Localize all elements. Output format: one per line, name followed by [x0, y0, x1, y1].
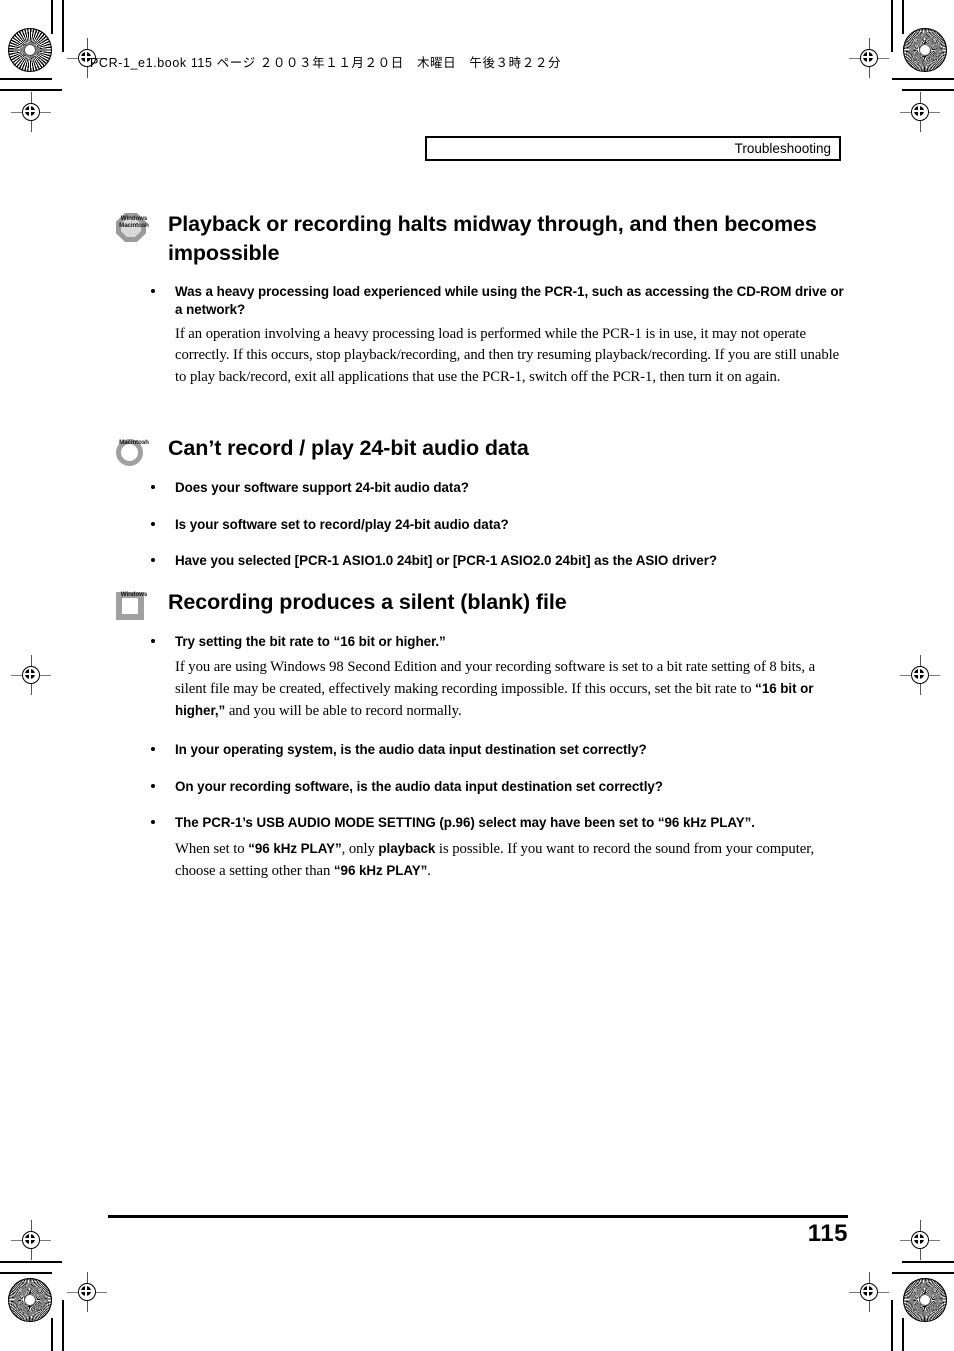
bullet-body-text: When set to “96 kHz PLAY”, only playback…: [175, 840, 815, 880]
footer-rule: [108, 1215, 848, 1218]
section-title: Can’t record / play 24-bit audio data: [168, 436, 529, 460]
circle-ring-badge-icon: Macintosh: [108, 436, 160, 466]
page-number: 115: [807, 1220, 848, 1247]
section-title: Recording produces a silent (blank) file: [168, 590, 567, 614]
book-file-header: PCR-1_e1.book 115 ページ ２００３年１１月２０日 木曜日 午後…: [90, 56, 562, 70]
page-content: PCR-1_e1.book 115 ページ ２００３年１１月２０日 木曜日 午後…: [0, 0, 954, 1351]
bullet-text: Was a heavy processing load experienced …: [175, 284, 844, 317]
bullet-dot-icon: [151, 289, 155, 293]
section-heading: Windows Macintosh Playback or recording …: [108, 210, 850, 268]
bullet-text: Does your software support 24-bit audio …: [175, 480, 469, 495]
running-head-box: Troubleshooting: [425, 136, 841, 161]
bullet-dot-icon: [151, 747, 155, 752]
bullet-body-text: If an operation involving a heavy proces…: [175, 326, 840, 385]
bullet-dot-icon: [151, 820, 155, 825]
bullet-item: Does your software support 24-bit audio …: [148, 479, 848, 497]
section-playback-halts-bullets: Was a heavy processing load experienced …: [148, 283, 848, 388]
running-head-label: Troubleshooting: [734, 141, 831, 156]
badge-caption-line1: Macintosh: [119, 439, 149, 446]
bullet-dot-icon: [151, 558, 155, 562]
bullet-item: On your recording software, is the audio…: [148, 778, 848, 796]
badge-caption-line1: Windows: [120, 215, 148, 222]
bullet-text: Have you selected [PCR-1 ASIO1.0 24bit] …: [175, 553, 717, 568]
octagon-badge-icon: Windows Macintosh: [108, 212, 160, 242]
badge-caption-line1: Windows: [120, 591, 148, 598]
bullet-text: The PCR-1’s USB AUDIO MODE SETTING (p.96…: [175, 815, 755, 831]
bullet-body-text: If you are using Windows 98 Second Editi…: [175, 658, 816, 720]
badge-caption-line2: Macintosh: [119, 222, 149, 229]
bullet-block: Try setting the bit rate to “16 bit or h…: [148, 633, 848, 722]
square-outline-badge-icon: Windows: [108, 590, 160, 620]
bullet-text: Try setting the bit rate to “16 bit or h…: [175, 634, 446, 649]
bullet-dot-icon: [151, 521, 155, 526]
section-24bit-audio: Macintosh Can’t record / play 24-bit aud…: [108, 434, 850, 466]
bullet-dot-icon: [151, 485, 155, 489]
bullet-text: In your operating system, is the audio d…: [175, 742, 647, 758]
section-silent-file-bullets: Try setting the bit rate to “16 bit or h…: [148, 633, 848, 882]
bullet-item: Have you selected [PCR-1 ASIO1.0 24bit] …: [148, 552, 848, 570]
bullet-dot-icon: [151, 783, 155, 788]
bullet-item: Is your software set to record/play 24-b…: [148, 516, 848, 534]
bullet-item: Was a heavy processing load experienced …: [148, 283, 848, 318]
section-silent-file: Windows Recording produces a silent (bla…: [108, 588, 850, 620]
bullet-block: Was a heavy processing load experienced …: [148, 283, 848, 388]
section-24bit-audio-bullets: Does your software support 24-bit audio …: [148, 479, 848, 570]
bullet-text: On your recording software, is the audio…: [175, 778, 663, 794]
bullet-block: The PCR-1’s USB AUDIO MODE SETTING (p.96…: [148, 814, 848, 882]
section-playback-halts: Windows Macintosh Playback or recording …: [108, 210, 850, 268]
bullet-item: Try setting the bit rate to “16 bit or h…: [148, 633, 848, 651]
section-title: Playback or recording halts midway throu…: [168, 212, 817, 265]
section-heading: Windows Recording produces a silent (bla…: [108, 588, 850, 620]
bullet-text: Is your software set to record/play 24-b…: [175, 516, 509, 532]
bullet-item: The PCR-1’s USB AUDIO MODE SETTING (p.96…: [148, 814, 848, 832]
section-heading: Macintosh Can’t record / play 24-bit aud…: [108, 434, 850, 466]
bullet-item: In your operating system, is the audio d…: [148, 741, 848, 759]
bullet-dot-icon: [151, 639, 155, 643]
